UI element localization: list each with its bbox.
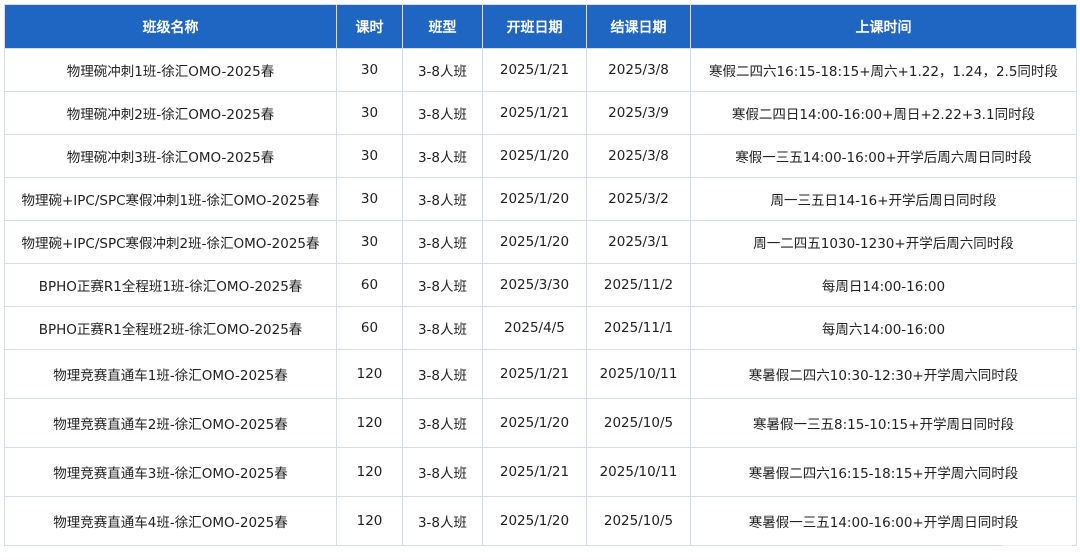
cell-schedule: 每周六14:00-16:00 (690, 306, 1077, 350)
cell-hours: 120 (336, 349, 403, 399)
table-row: BPHO正赛R1全程班2班-徐汇OMO-2025春 60 3-8人班 2025/… (4, 306, 1077, 350)
cell-end-date: 2025/3/9 (586, 91, 691, 135)
cell-end-date: 2025/11/1 (586, 306, 691, 350)
cell-start-date: 2025/1/21 (482, 447, 587, 497)
cell-hours: 120 (336, 398, 403, 448)
cell-start-date: 2025/1/21 (482, 91, 587, 135)
cell-class-type: 3-8人班 (402, 263, 483, 307)
cell-start-date: 2025/4/5 (482, 306, 587, 350)
cell-class-name: 物理碗+IPC/SPC寒假冲刺1班-徐汇OMO-2025春 (4, 177, 337, 221)
cell-end-date: 2025/10/5 (586, 496, 691, 546)
watermark-overlay (1002, 532, 1072, 550)
table-row: 物理竞赛直通车3班-徐汇OMO-2025春 120 3-8人班 2025/1/2… (4, 447, 1077, 497)
cell-schedule: 寒暑假一三五8:15-10:15+开学周日同时段 (690, 398, 1077, 448)
cell-class-type: 3-8人班 (402, 177, 483, 221)
cell-hours: 60 (336, 263, 403, 307)
cell-schedule: 寒暑假二四六16:15-18:15+开学周六同时段 (690, 447, 1077, 497)
cell-hours: 120 (336, 496, 403, 546)
cell-class-type: 3-8人班 (402, 398, 483, 448)
cell-class-type: 3-8人班 (402, 91, 483, 135)
cell-class-type: 3-8人班 (402, 48, 483, 92)
cell-end-date: 2025/3/8 (586, 134, 691, 178)
cell-start-date: 2025/1/20 (482, 398, 587, 448)
cell-class-name: 物理碗冲刺3班-徐汇OMO-2025春 (4, 134, 337, 178)
cell-end-date: 2025/3/1 (586, 220, 691, 264)
cell-schedule: 寒暑假二四六10:30-12:30+开学周六同时段 (690, 349, 1077, 399)
cell-end-date: 2025/10/11 (586, 447, 691, 497)
table-row: BPHO正赛R1全程班1班-徐汇OMO-2025春 60 3-8人班 2025/… (4, 263, 1077, 307)
cell-schedule: 周一二四五1030-1230+开学后周六同时段 (690, 220, 1077, 264)
cell-class-name: BPHO正赛R1全程班2班-徐汇OMO-2025春 (4, 306, 337, 350)
schedule-table-container: 班级名称 课时 班型 开班日期 结课日期 上课时间 物理碗冲刺1班-徐汇OMO-… (4, 4, 1077, 546)
cell-class-name: 物理碗冲刺2班-徐汇OMO-2025春 (4, 91, 337, 135)
header-class-name: 班级名称 (4, 4, 337, 49)
cell-start-date: 2025/3/30 (482, 263, 587, 307)
table-row: 物理竞赛直通车1班-徐汇OMO-2025春 120 3-8人班 2025/1/2… (4, 349, 1077, 399)
cell-class-type: 3-8人班 (402, 496, 483, 546)
cell-class-name: 物理碗冲刺1班-徐汇OMO-2025春 (4, 48, 337, 92)
cell-hours: 30 (336, 91, 403, 135)
cell-hours: 30 (336, 134, 403, 178)
cell-class-type: 3-8人班 (402, 306, 483, 350)
cell-end-date: 2025/3/2 (586, 177, 691, 221)
header-class-type: 班型 (402, 4, 483, 49)
cell-schedule: 寒假二四日14:00-16:00+周日+2.22+3.1同时段 (690, 91, 1077, 135)
header-hours: 课时 (336, 4, 403, 49)
table-header-row: 班级名称 课时 班型 开班日期 结课日期 上课时间 (4, 4, 1077, 49)
cell-start-date: 2025/1/20 (482, 496, 587, 546)
cell-class-name: BPHO正赛R1全程班1班-徐汇OMO-2025春 (4, 263, 337, 307)
cell-hours: 30 (336, 48, 403, 92)
header-schedule: 上课时间 (690, 4, 1077, 49)
cell-start-date: 2025/1/20 (482, 134, 587, 178)
table-row: 物理碗+IPC/SPC寒假冲刺1班-徐汇OMO-2025春 30 3-8人班 2… (4, 177, 1077, 221)
cell-schedule: 周一三五日14-16+开学后周日同时段 (690, 177, 1077, 221)
cell-end-date: 2025/11/2 (586, 263, 691, 307)
cell-class-name: 物理碗+IPC/SPC寒假冲刺2班-徐汇OMO-2025春 (4, 220, 337, 264)
cell-end-date: 2025/10/5 (586, 398, 691, 448)
cell-start-date: 2025/1/20 (482, 220, 587, 264)
table-row: 物理碗冲刺2班-徐汇OMO-2025春 30 3-8人班 2025/1/21 2… (4, 91, 1077, 135)
header-start-date: 开班日期 (482, 4, 587, 49)
cell-class-type: 3-8人班 (402, 447, 483, 497)
cell-hours: 120 (336, 447, 403, 497)
cell-schedule: 每周日14:00-16:00 (690, 263, 1077, 307)
table-row: 物理碗+IPC/SPC寒假冲刺2班-徐汇OMO-2025春 30 3-8人班 2… (4, 220, 1077, 264)
cell-hours: 30 (336, 220, 403, 264)
cell-start-date: 2025/1/20 (482, 177, 587, 221)
schedule-table: 班级名称 课时 班型 开班日期 结课日期 上课时间 物理碗冲刺1班-徐汇OMO-… (4, 4, 1077, 546)
cell-hours: 30 (336, 177, 403, 221)
header-end-date: 结课日期 (586, 4, 691, 49)
cell-class-name: 物理竞赛直通车3班-徐汇OMO-2025春 (4, 447, 337, 497)
table-row: 物理碗冲刺3班-徐汇OMO-2025春 30 3-8人班 2025/1/20 2… (4, 134, 1077, 178)
cell-class-type: 3-8人班 (402, 220, 483, 264)
cell-class-name: 物理竞赛直通车4班-徐汇OMO-2025春 (4, 496, 337, 546)
cell-class-type: 3-8人班 (402, 349, 483, 399)
cell-schedule: 寒假一三五14:00-16:00+开学后周六周日同时段 (690, 134, 1077, 178)
cell-start-date: 2025/1/21 (482, 48, 587, 92)
cell-class-name: 物理竞赛直通车1班-徐汇OMO-2025春 (4, 349, 337, 399)
cell-class-name: 物理竞赛直通车2班-徐汇OMO-2025春 (4, 398, 337, 448)
table-row: 物理竞赛直通车4班-徐汇OMO-2025春 120 3-8人班 2025/1/2… (4, 496, 1077, 546)
table-row: 物理竞赛直通车2班-徐汇OMO-2025春 120 3-8人班 2025/1/2… (4, 398, 1077, 448)
cell-end-date: 2025/10/11 (586, 349, 691, 399)
cell-class-type: 3-8人班 (402, 134, 483, 178)
cell-start-date: 2025/1/21 (482, 349, 587, 399)
cell-schedule: 寒假二四六16:15-18:15+周六+1.22，1.24，2.5同时段 (690, 48, 1077, 92)
cell-end-date: 2025/3/8 (586, 48, 691, 92)
cell-hours: 60 (336, 306, 403, 350)
table-row: 物理碗冲刺1班-徐汇OMO-2025春 30 3-8人班 2025/1/21 2… (4, 48, 1077, 92)
